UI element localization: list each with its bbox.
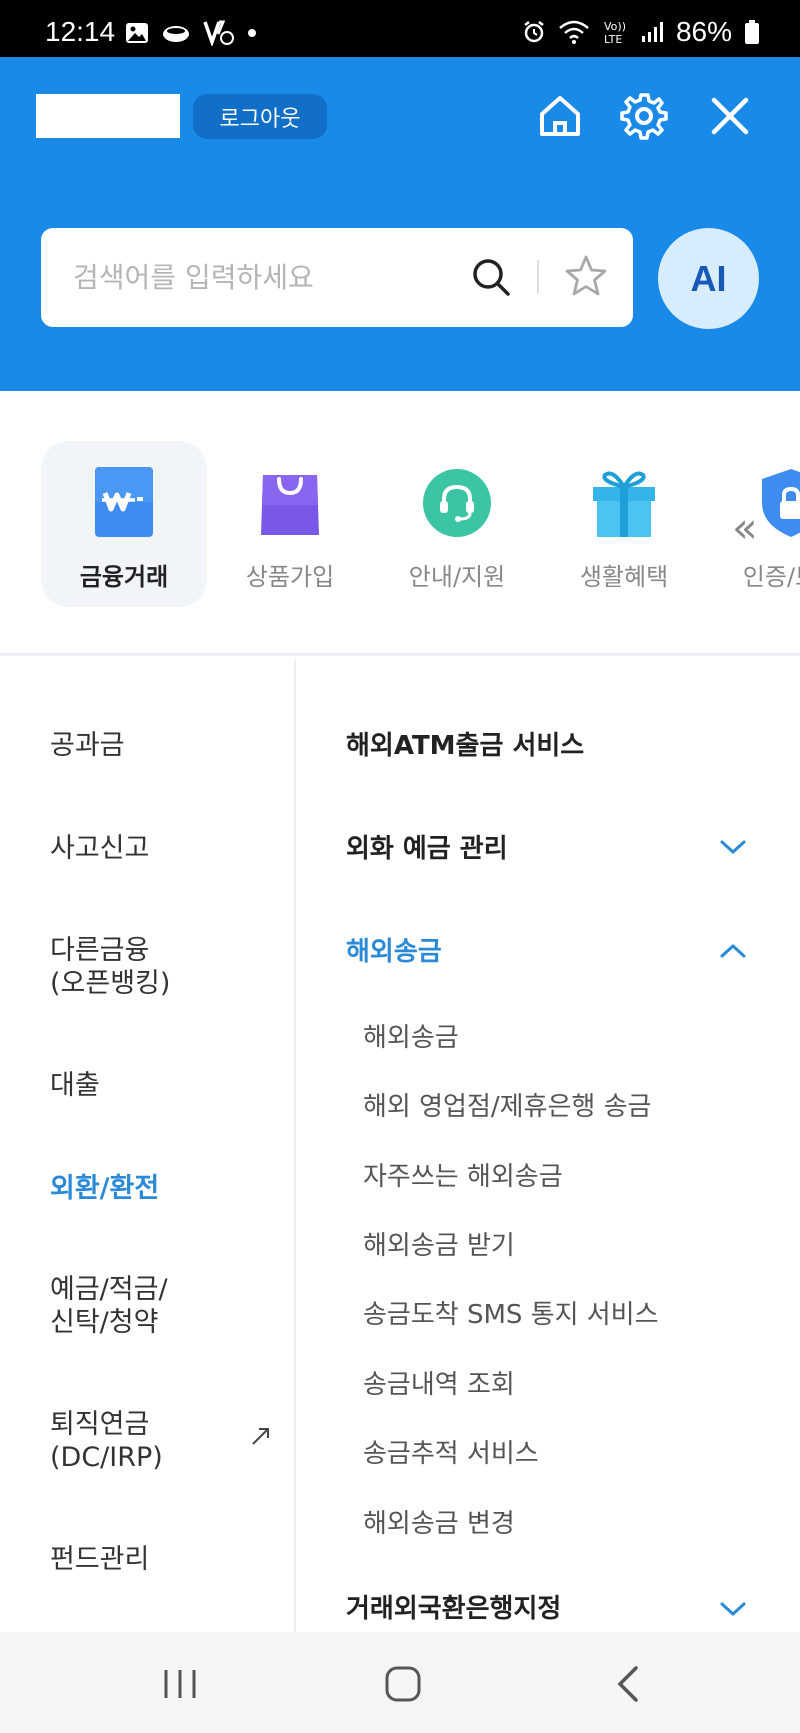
sub-menu-item[interactable]: 송금내역 조회 (363, 1364, 515, 1401)
alarm-icon (524, 21, 544, 43)
left-menu-item-utilities[interactable]: 공과금 (50, 729, 125, 762)
chevron-up-icon[interactable] (718, 941, 748, 961)
user-name-field (36, 94, 180, 138)
home-nav-icon[interactable] (381, 1662, 425, 1706)
category-products[interactable]: 상품가입 (207, 441, 373, 607)
gear-icon[interactable] (618, 90, 670, 142)
left-menu-item-open-banking[interactable]: 다른금융 (오픈뱅킹) (50, 934, 170, 1000)
category-label: 상품가입 (245, 563, 335, 591)
navigation-bar (0, 1632, 800, 1733)
recent-apps-icon[interactable] (158, 1662, 202, 1706)
external-link-icon (252, 1428, 269, 1445)
sub-menu-item[interactable]: 송금도착 SMS 통지 서비스 (363, 1294, 659, 1331)
category-label: 안내/지원 (408, 563, 506, 591)
ai-button[interactable]: AI (658, 228, 759, 329)
left-menu-item-pension[interactable]: 퇴직연금 (DC/IRP) (50, 1408, 163, 1474)
sub-menu-item[interactable]: 송금추적 서비스 (363, 1433, 539, 1470)
svg-text:LTE: LTE (604, 33, 622, 46)
search-input[interactable] (73, 252, 453, 302)
home-icon[interactable] (534, 90, 586, 142)
notification-icons (125, 20, 257, 46)
chevron-down-icon[interactable] (718, 837, 748, 857)
shield-lock-icon (762, 469, 800, 537)
svg-text:Vo)): Vo)) (604, 20, 626, 33)
star-icon[interactable] (563, 253, 609, 299)
category-benefits[interactable]: 생활혜택 (541, 441, 707, 607)
category-label: 인증/보안 (742, 563, 800, 591)
search-box (41, 228, 633, 327)
menu-item-overseas-atm[interactable]: 해외ATM출금 서비스 (346, 725, 584, 762)
battery-level: 86% (675, 16, 732, 47)
category-bar: 금융거래 상품가입 안내/지원 생활혜택 인증/ « (0, 391, 800, 656)
menu-item-remittance[interactable]: 해외송금 (346, 931, 442, 968)
gift-icon (593, 471, 655, 537)
shopping-bag-icon (261, 475, 319, 535)
sub-menu-item[interactable]: 해외송금 받기 (363, 1225, 515, 1262)
menu-item-designated-bank[interactable]: 거래외국환은행지정 (346, 1588, 561, 1625)
system-icons: Vo)) LTE 86% (522, 16, 760, 48)
left-menu-item-forex[interactable]: 외환/환전 (50, 1172, 159, 1205)
status-bar: 12:14 Vo)) LTE 86% (0, 0, 800, 57)
left-menu-item-deposits[interactable]: 예금/적금/ 신탁/청약 (50, 1273, 168, 1339)
back-icon[interactable] (608, 1662, 652, 1706)
scroll-left-icon[interactable]: « (732, 503, 758, 552)
sub-menu-item[interactable]: 해외 영업점/제휴은행 송금 (363, 1086, 651, 1123)
gallery-icon (126, 23, 148, 43)
left-menu-item-accident-report[interactable]: 사고신고 (50, 832, 149, 865)
category-finance[interactable]: 금융거래 (41, 441, 207, 607)
status-time: 12:14 (45, 16, 116, 47)
logout-button[interactable]: 로그아웃 (193, 94, 327, 139)
sub-menu-item[interactable]: 해외송금 (363, 1017, 459, 1054)
chevron-down-icon[interactable] (718, 1599, 748, 1619)
sub-menu-item[interactable]: 해외송금 변경 (363, 1503, 515, 1540)
category-label: 금융거래 (79, 563, 169, 591)
battery-icon (745, 20, 759, 44)
cloud-icon (163, 26, 189, 42)
volte-icon: Vo))LTE (604, 20, 626, 46)
search-icon[interactable] (470, 256, 512, 298)
menu-panel: 공과금 사고신고 다른금융 (오픈뱅킹) 대출 외환/환전 예금/적금/ 신탁/… (0, 659, 800, 1632)
menu-item-fx-deposit[interactable]: 외화 예금 관리 (346, 828, 508, 865)
dot-icon (248, 29, 256, 37)
category-label: 생활혜택 (579, 563, 669, 591)
category-support[interactable]: 안내/지원 (374, 441, 540, 607)
v-app-icon (203, 20, 234, 46)
left-menu-item-loan[interactable]: 대출 (50, 1069, 100, 1102)
search-divider (537, 260, 539, 294)
header: 로그아웃 AI (0, 57, 800, 391)
headset-icon (423, 469, 491, 537)
close-icon[interactable] (704, 90, 756, 142)
sub-menu-item[interactable]: 자주쓰는 해외송금 (363, 1156, 563, 1193)
signal-icon (641, 22, 663, 42)
wifi-icon (559, 20, 589, 44)
won-card-icon (95, 467, 153, 537)
left-menu-item-funds[interactable]: 펀드관리 (50, 1543, 149, 1576)
left-menu: 공과금 사고신고 다른금융 (오픈뱅킹) 대출 외환/환전 예금/적금/ 신탁/… (0, 659, 296, 1632)
